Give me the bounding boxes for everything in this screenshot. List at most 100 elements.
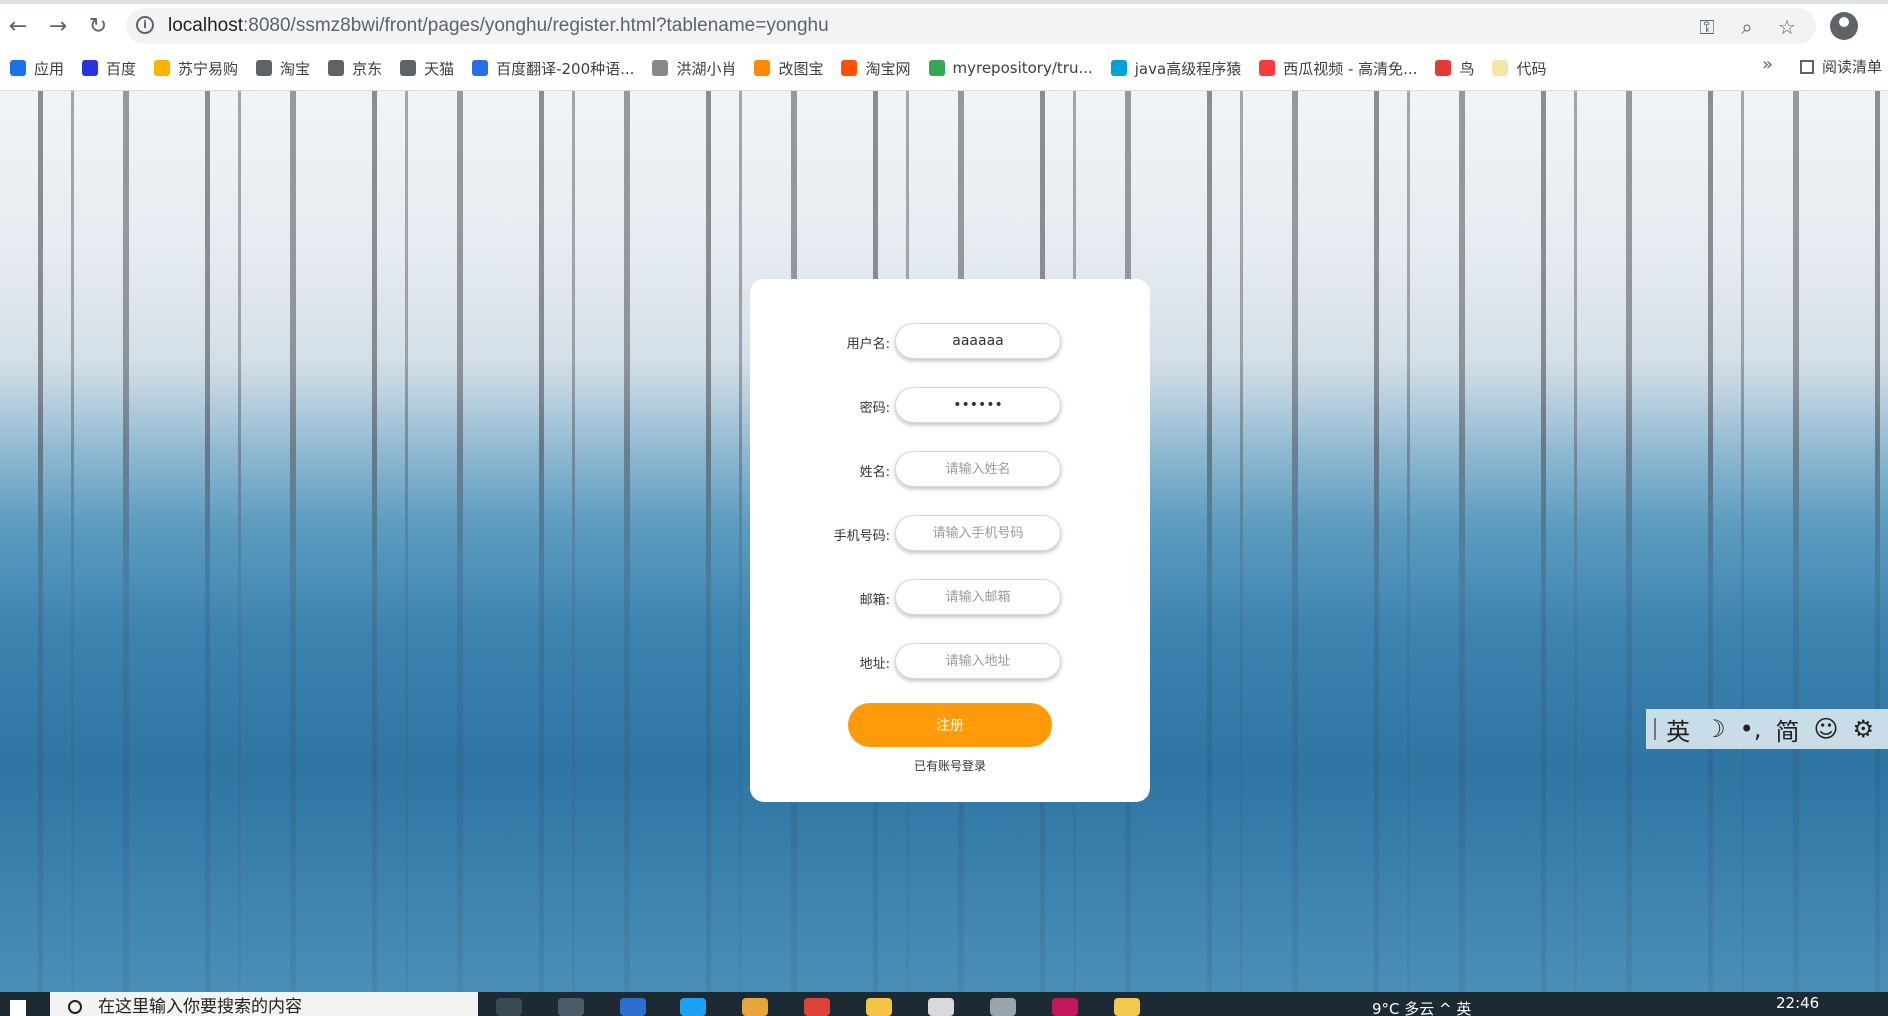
address-label: 地址:	[859, 657, 890, 672]
bookmark-item[interactable]: 天猫	[400, 58, 454, 79]
bookmark-label: 京东	[352, 59, 383, 78]
bookmark-label: 洪湖小肖	[676, 59, 737, 78]
bookmark-item[interactable]: 苏宁易购	[154, 58, 238, 79]
bookmark-favicon-icon	[928, 60, 945, 76]
browser-toolbar: ← → ↻ i localhost:8080/ssmz8bwi/front/pa…	[0, 0, 1888, 91]
bookmark-label: 百度翻译-200种语...	[496, 59, 635, 78]
phone-input[interactable]	[895, 515, 1061, 551]
address-input[interactable]	[895, 643, 1061, 679]
ime-grip-handle[interactable]	[1654, 718, 1657, 740]
taskbar-search-box[interactable]: 在这里输入你要搜索的内容	[50, 992, 478, 1016]
form-row-email: 邮箱:	[750, 579, 1150, 617]
bookmark-favicon-icon	[1435, 60, 1452, 76]
bookmark-favicon-icon	[472, 60, 489, 76]
bookmark-item[interactable]: 洪湖小肖	[652, 58, 736, 79]
register-card: 用户名: 密码: 姓名: 手机号码: 邮箱: 地址: 注册 已有账号登录	[750, 279, 1150, 802]
bookmark-item[interactable]: 淘宝网	[841, 58, 911, 79]
form-row-username: 用户名:	[750, 323, 1150, 361]
bookmark-label: 改图宝	[778, 59, 824, 78]
ime-emoji-icon[interactable]: ☺	[1813, 715, 1838, 743]
bookmark-label: 天猫	[424, 59, 455, 78]
taskbar-app-icon[interactable]	[558, 998, 584, 1016]
key-icon[interactable]: ⚿	[1694, 14, 1720, 40]
chrome-browser-icon[interactable]	[804, 998, 830, 1016]
bookmark-item[interactable]: 鸟	[1435, 58, 1474, 79]
profile-avatar-icon[interactable]	[1830, 12, 1858, 40]
name-input[interactable]	[895, 451, 1061, 487]
bookmark-favicon-icon	[1110, 60, 1127, 76]
windows-start-icon[interactable]	[10, 1000, 26, 1016]
bookmark-label: 苏宁易购	[178, 59, 239, 78]
bookmark-favicon-icon	[82, 60, 99, 76]
bookmark-item[interactable]: 百度	[82, 58, 136, 79]
taskbar-app-icon[interactable]	[620, 998, 646, 1016]
address-bar[interactable]: i localhost:8080/ssmz8bwi/front/pages/yo…	[126, 8, 1816, 44]
reading-list-button[interactable]: 阅读清单	[1800, 56, 1882, 77]
bookmark-item[interactable]: java高级程序猿	[1110, 58, 1242, 79]
bookmark-label: 淘宝网	[865, 59, 911, 78]
name-label: 姓名:	[859, 465, 890, 480]
bookmark-favicon-icon	[400, 60, 417, 76]
forward-icon[interactable]: →	[42, 10, 74, 42]
bookmark-item[interactable]: myrepository/tru...	[928, 59, 1093, 77]
bookmark-label: 百度	[106, 59, 137, 78]
url-host: localhost	[168, 15, 243, 36]
windows-taskbar: 在这里输入你要搜索的内容 9°C 多云 ^ 英 22:46	[0, 992, 1888, 1016]
register-button[interactable]: 注册	[848, 703, 1052, 747]
bookmark-label: myrepository/tru...	[952, 59, 1093, 77]
ime-moon-icon[interactable]: ☽	[1704, 715, 1726, 743]
taskbar-app-icon[interactable]	[742, 998, 768, 1016]
bookmark-label: java高级程序猿	[1134, 59, 1242, 78]
folder-icon[interactable]	[1114, 998, 1140, 1016]
password-label: 密码:	[859, 401, 890, 416]
url-text[interactable]: localhost:8080/ssmz8bwi/front/pages/yong…	[168, 15, 829, 37]
ime-language-toggle[interactable]: 英	[1666, 712, 1690, 747]
ime-simplified-toggle[interactable]: 简	[1775, 712, 1799, 747]
taskbar-search-icon	[68, 1000, 82, 1014]
bookmarks-more-icon[interactable]: »	[1762, 54, 1773, 75]
bookmark-favicon-icon	[154, 60, 171, 76]
bookmark-label: 代码	[1516, 59, 1547, 78]
bookmark-item[interactable]: 代码	[1492, 58, 1547, 79]
form-row-name: 姓名:	[750, 451, 1150, 489]
bookmark-item[interactable]: 西瓜视频 - 高清免...	[1259, 58, 1417, 79]
file-explorer-icon[interactable]	[866, 998, 892, 1016]
bookmark-favicon-icon	[1492, 60, 1509, 76]
taskbar-clock[interactable]: 22:46	[1776, 994, 1819, 1012]
back-icon[interactable]: ←	[2, 10, 34, 42]
ime-punctuation-icon[interactable]: •,	[1740, 715, 1762, 743]
reload-icon[interactable]: ↻	[82, 10, 114, 42]
form-row-address: 地址:	[750, 643, 1150, 681]
bookmark-label: 鸟	[1459, 59, 1475, 78]
bookmark-item[interactable]: 淘宝	[256, 58, 310, 79]
reading-list-label: 阅读清单	[1822, 58, 1883, 76]
bookmark-item[interactable]: 应用	[10, 58, 64, 79]
zoom-icon[interactable]: ⌕	[1734, 14, 1760, 40]
bookmark-item[interactable]: 百度翻译-200种语...	[472, 58, 634, 79]
intellij-icon[interactable]	[1052, 998, 1078, 1016]
taskbar-app-icon[interactable]	[928, 998, 954, 1016]
bookmark-label: 淘宝	[280, 59, 311, 78]
system-tray[interactable]: 9°C 多云 ^ 英	[1372, 998, 1471, 1016]
username-input[interactable]	[895, 323, 1061, 359]
bookmark-item[interactable]: 改图宝	[754, 58, 823, 79]
login-link[interactable]: 已有账号登录	[750, 757, 1150, 774]
bookmark-favicon-icon	[10, 60, 26, 76]
bookmark-favicon-icon	[754, 60, 771, 76]
bookmark-favicon-icon	[652, 60, 669, 76]
edge-browser-icon[interactable]	[680, 998, 706, 1016]
star-icon[interactable]: ☆	[1774, 14, 1800, 40]
site-info-icon[interactable]: i	[136, 16, 154, 34]
bookmark-favicon-icon	[256, 60, 273, 76]
ime-settings-icon[interactable]: ⚙	[1852, 715, 1874, 743]
username-label: 用户名:	[846, 337, 890, 352]
tab-strip	[0, 0, 1888, 4]
taskbar-app-icon[interactable]	[990, 998, 1016, 1016]
reading-list-icon	[1800, 59, 1814, 74]
bookmark-item[interactable]: 京东	[328, 58, 382, 79]
password-input[interactable]	[895, 387, 1061, 423]
email-input[interactable]	[895, 579, 1061, 615]
bookmark-favicon-icon	[1259, 60, 1276, 76]
task-view-icon[interactable]	[496, 998, 522, 1016]
bookmark-label: 西瓜视频 - 高清免...	[1283, 59, 1418, 78]
